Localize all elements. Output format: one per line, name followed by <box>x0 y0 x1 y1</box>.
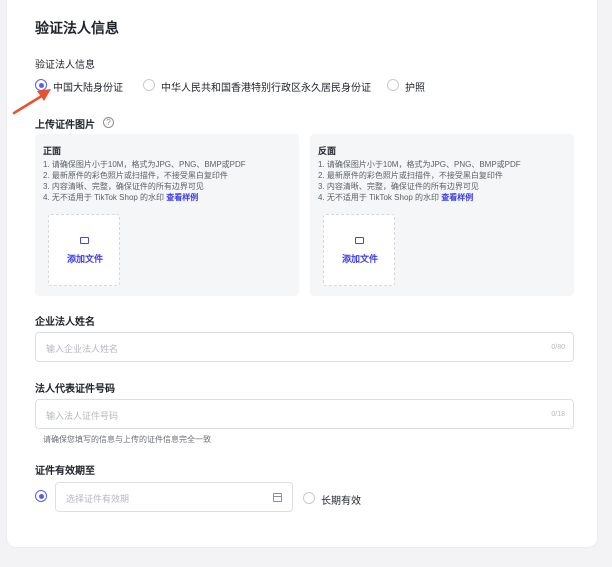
front-add-file-button[interactable]: 添加文件 <box>48 214 120 286</box>
id-number-hint: 请确保您填写的信息与上传的证件信息完全一致 <box>43 435 211 444</box>
back-rule-4-text: 4. 无不适用于 TikTok Shop 的水印 <box>318 193 440 202</box>
validity-date-picker[interactable]: 选择证件有效期 <box>55 482 293 512</box>
front-rule-4: 4. 无不适用于 TikTok Shop 的水印 查看样例 <box>43 192 198 203</box>
id-number-input[interactable]: 输入法人证件号码 0/18 <box>35 399 574 429</box>
id-number-counter: 0/18 <box>551 411 565 418</box>
validity-label: 证件有效期至 <box>35 466 95 477</box>
front-rule-4-text: 4. 无不适用于 TikTok Shop 的水印 <box>43 193 165 202</box>
id-type-label: 验证法人信息 <box>35 60 95 71</box>
back-add-file-label: 添加文件 <box>341 254 378 264</box>
back-sample-link[interactable]: 查看样例 <box>441 193 473 202</box>
legal-name-placeholder: 输入企业法人姓名 <box>46 344 119 354</box>
calendar-icon[interactable] <box>273 493 282 502</box>
image-icon <box>355 237 364 244</box>
section-title: 验证法人信息 <box>35 20 119 36</box>
front-panel-title: 正面 <box>43 146 62 156</box>
front-upload-panel: 正面 1. 请确保图片小于10M，格式为JPG、PNG、BMP或PDF 2. 最… <box>35 134 299 296</box>
radio-passport-label[interactable]: 护照 <box>405 79 425 94</box>
back-rule-2: 2. 最新原件的彩色照片或扫描件，不接受黑白复印件 <box>318 171 503 180</box>
radio-date-option[interactable] <box>35 490 47 502</box>
radio-long-term[interactable] <box>303 492 315 504</box>
back-add-file-button[interactable]: 添加文件 <box>323 214 395 286</box>
back-rule-4: 4. 无不适用于 TikTok Shop 的水印 查看样例 <box>318 192 473 203</box>
radio-hk-id-label[interactable]: 中华人民共和国香港特别行政区永久居民身份证 <box>161 79 371 94</box>
front-rule-2: 2. 最新原件的彩色照片或扫描件，不接受黑白复印件 <box>43 171 228 180</box>
validity-date-placeholder: 选择证件有效期 <box>66 494 130 504</box>
back-rule-3: 3. 内容清晰、完整，确保证件的所有边界可见 <box>318 182 479 191</box>
image-icon <box>80 237 89 244</box>
help-icon[interactable]: ? <box>103 117 114 128</box>
front-add-file-label: 添加文件 <box>66 254 103 264</box>
legal-name-label: 企业法人姓名 <box>35 317 95 328</box>
form-card: 验证法人信息 验证法人信息 中国大陆身份证 中华人民共和国香港特别行政区永久居民… <box>6 0 598 548</box>
legal-name-counter: 0/80 <box>551 344 565 351</box>
back-upload-panel: 反面 1. 请确保图片小于10M，格式为JPG、PNG、BMP或PDF 2. 最… <box>310 134 574 296</box>
back-panel-title: 反面 <box>318 146 337 156</box>
id-number-label: 法人代表证件号码 <box>35 384 115 395</box>
radio-passport[interactable] <box>387 79 399 91</box>
back-rule-1: 1. 请确保图片小于10M，格式为JPG、PNG、BMP或PDF <box>318 160 521 169</box>
radio-mainland-id-label[interactable]: 中国大陆身份证 <box>53 79 123 94</box>
front-rule-1: 1. 请确保图片小于10M，格式为JPG、PNG、BMP或PDF <box>43 160 246 169</box>
front-sample-link[interactable]: 查看样例 <box>166 193 198 202</box>
annotation-arrow-icon <box>11 86 53 116</box>
long-term-label[interactable]: 长期有效 <box>321 492 361 507</box>
front-rule-3: 3. 内容清晰、完整，确保证件的所有边界可见 <box>43 182 204 191</box>
id-number-placeholder: 输入法人证件号码 <box>46 411 119 421</box>
radio-hk-id[interactable] <box>143 79 155 91</box>
upload-label: 上传证件图片 <box>35 120 95 131</box>
legal-name-input[interactable]: 输入企业法人姓名 0/80 <box>35 332 574 362</box>
